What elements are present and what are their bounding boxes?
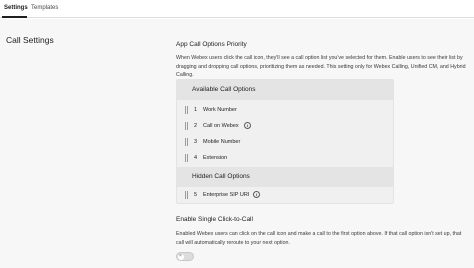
single-click-title: Enable Single Click-to-Call — [176, 216, 253, 223]
option-label: Mobile Number — [203, 139, 241, 145]
drag-handle-icon[interactable] — [185, 122, 188, 130]
option-number: 1 — [194, 107, 198, 113]
option-label: Enterprise SIP URI — [203, 192, 250, 198]
call-options-box: Available Call Options 1 Work Number 2 C… — [176, 79, 394, 204]
single-click-toggle[interactable]: × — [176, 252, 194, 261]
call-option-mobile-number[interactable]: 3 Mobile Number — [177, 134, 393, 151]
info-icon[interactable]: i — [253, 191, 260, 198]
available-options-header: Available Call Options — [177, 80, 393, 100]
section-title: Call Settings — [6, 35, 54, 45]
option-label: Call on Webex — [203, 123, 239, 129]
call-option-work-number[interactable]: 1 Work Number — [177, 102, 393, 119]
call-option-call-on-webex[interactable]: 2 Call on Webex i — [177, 118, 393, 135]
drag-handle-icon[interactable] — [185, 138, 188, 146]
hidden-options-header: Hidden Call Options — [177, 167, 393, 187]
call-option-extension[interactable]: 4 Extension — [177, 150, 393, 167]
priority-heading: App Call Options Priority — [176, 41, 247, 48]
option-number: 5 — [194, 192, 198, 198]
single-click-description: Enabled Webex users can click on the cal… — [176, 231, 462, 246]
drag-handle-icon[interactable] — [185, 106, 188, 114]
option-label: Extension — [203, 155, 228, 161]
call-option-enterprise-sip-uri[interactable]: 5 Enterprise SIP URI i — [177, 187, 393, 204]
option-number: 4 — [194, 155, 198, 161]
tab-settings[interactable]: Settings — [4, 5, 28, 11]
priority-description: When Webex users click the call icon, th… — [176, 55, 466, 79]
tab-templates[interactable]: Templates — [31, 5, 58, 11]
active-tab-indicator — [2, 16, 27, 18]
close-icon: × — [179, 253, 182, 259]
tab-bar: Settings Templates — [0, 0, 474, 18]
option-number: 2 — [194, 123, 198, 129]
main-content: Call Settings App Call Options Priority … — [0, 19, 474, 268]
drag-handle-icon[interactable] — [185, 154, 188, 162]
option-label: Work Number — [203, 107, 237, 113]
drag-handle-icon[interactable] — [185, 191, 188, 199]
option-number: 3 — [194, 139, 198, 145]
info-icon[interactable]: i — [244, 122, 251, 129]
